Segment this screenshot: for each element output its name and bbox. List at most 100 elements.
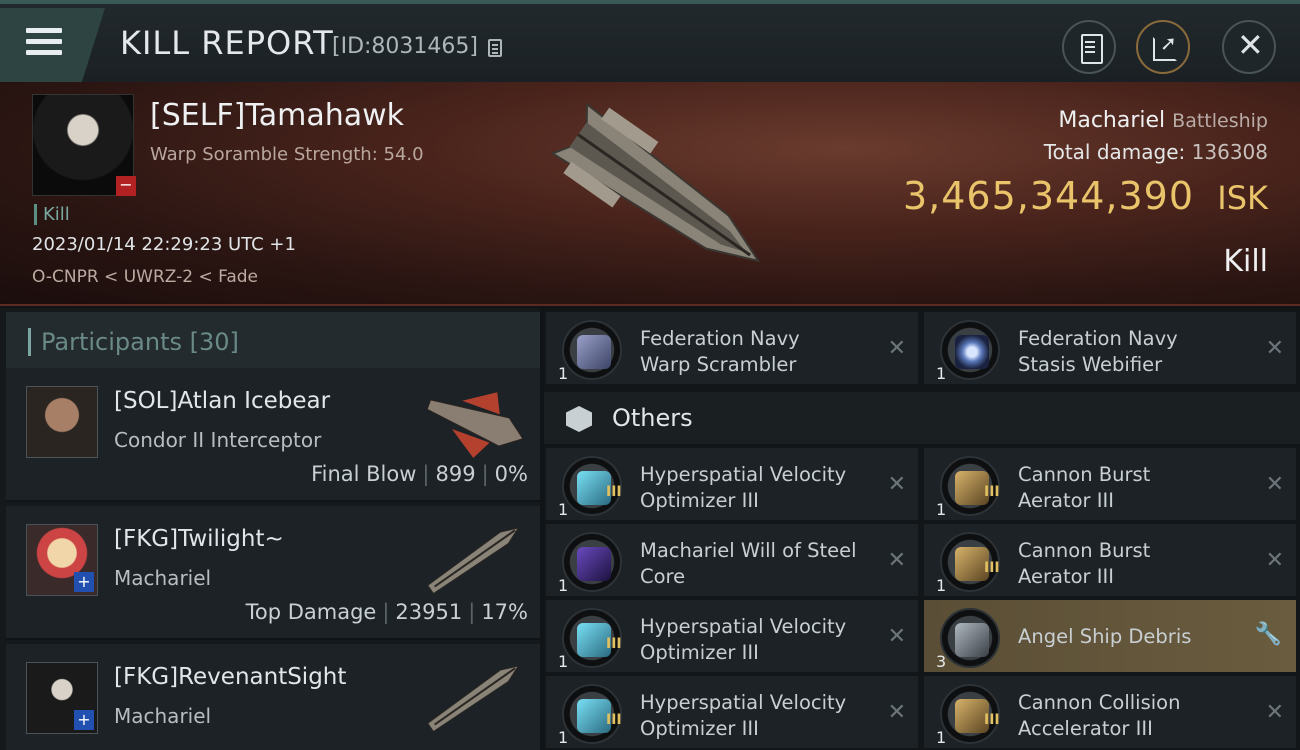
victim-ship-image bbox=[550, 102, 761, 263]
plus-badge-icon: + bbox=[74, 572, 94, 592]
close-icon: ✕ bbox=[1237, 26, 1264, 64]
isk-value: 3,465,344,390 bbox=[902, 174, 1194, 218]
tier-badge: III bbox=[606, 636, 622, 652]
victim-name[interactable]: [SELF]Tamahawk bbox=[150, 98, 404, 133]
wrench-icon[interactable]: 🔧 bbox=[1255, 622, 1282, 647]
destroyed-icon: ✕ bbox=[1265, 700, 1284, 725]
victim-warp-scramble: Warp Soramble Strength: 54.0 bbox=[150, 144, 424, 165]
module-item-dropped[interactable]: 3 Angel Ship Debris 🔧 bbox=[924, 600, 1296, 672]
kill-location: O-CNPR < UWRZ-2 < Fade bbox=[32, 267, 258, 287]
module-qty: 1 bbox=[558, 364, 569, 383]
participants-header: Participants [30] bbox=[6, 312, 540, 370]
isk-unit: ISK bbox=[1217, 179, 1268, 217]
plus-badge-icon: + bbox=[74, 710, 94, 730]
participant-avatar[interactable] bbox=[26, 386, 98, 458]
module-name: Angel Ship Debris bbox=[1018, 625, 1192, 648]
participant-row[interactable]: + [FKG]RevenantSight Machariel bbox=[6, 644, 540, 750]
tier-badge: III bbox=[606, 484, 622, 500]
participant-name: [FKG]RevenantSight bbox=[114, 664, 347, 690]
module-item[interactable]: 1 Federation Navy Stasis Webifier ✕ bbox=[924, 312, 1296, 384]
participant-ship-image bbox=[426, 392, 524, 458]
module-item[interactable]: III 1 Hyperspatial Velocity Optimizer III… bbox=[546, 676, 918, 748]
tier-badge: III bbox=[984, 560, 1000, 576]
participants-panel: Participants [30] [SOL]Atlan Icebear Con… bbox=[0, 308, 540, 750]
share-button[interactable] bbox=[1136, 20, 1190, 74]
participant-stats: Top Damage | 23951 | 17% bbox=[245, 600, 528, 624]
module-qty: 1 bbox=[558, 576, 569, 595]
ship-core-icon bbox=[562, 532, 622, 592]
destroyed-icon: ✕ bbox=[887, 624, 906, 649]
kill-tag: Kill bbox=[34, 204, 70, 225]
module-qty: 1 bbox=[936, 500, 947, 519]
destroyed-icon: ✕ bbox=[1265, 548, 1284, 573]
module-item[interactable]: III 1 Hyperspatial Velocity Optimizer III… bbox=[546, 600, 918, 672]
destroyed-icon: ✕ bbox=[887, 472, 906, 497]
total-damage-value: 136308 bbox=[1191, 140, 1268, 164]
module-qty: 3 bbox=[936, 652, 947, 671]
destroyed-icon: ✕ bbox=[1265, 472, 1284, 497]
module-qty: 1 bbox=[558, 500, 569, 519]
ship-debris-icon bbox=[940, 608, 1000, 668]
module-item[interactable]: III 1 Cannon Burst Aerator III ✕ bbox=[924, 524, 1296, 596]
module-name: Hyperspatial Velocity Optimizer III bbox=[640, 615, 847, 664]
module-name: Cannon Burst Aerator III bbox=[1018, 463, 1151, 512]
module-name: Hyperspatial Velocity Optimizer III bbox=[640, 691, 847, 740]
participant-row[interactable]: + [FKG]Twilight~ Machariel Top Damage | 23… bbox=[6, 506, 540, 640]
module-qty: 1 bbox=[936, 364, 947, 383]
copy-icon[interactable] bbox=[488, 39, 502, 57]
participant-name: [SOL]Atlan Icebear bbox=[114, 388, 331, 414]
participant-stats: Final Blow | 899 | 0% bbox=[311, 462, 528, 486]
minus-badge-icon: − bbox=[116, 176, 136, 196]
total-damage: Total damage: 136308 bbox=[1044, 140, 1268, 164]
modules-panel: 1 Federation Navy Warp Scrambler ✕ 1 Fede… bbox=[544, 308, 1300, 750]
destroyed-icon: ✕ bbox=[887, 548, 906, 573]
ship-name-text: Machariel bbox=[1058, 108, 1166, 133]
module-name: Cannon Collision Accelerator III bbox=[1018, 691, 1181, 740]
participant-row[interactable]: [SOL]Atlan Icebear Condor II Interceptor… bbox=[6, 368, 540, 502]
module-item[interactable]: 1 Machariel Will of Steel Core ✕ bbox=[546, 524, 918, 596]
participant-ship: Machariel bbox=[114, 704, 212, 728]
top-bar: KILL REPORT [ID:8031465] ✕ bbox=[0, 0, 1300, 82]
participants-label: Participants [30] bbox=[28, 328, 239, 356]
others-section-header: Others bbox=[544, 392, 1300, 444]
module-item[interactable]: III 1 Hyperspatial Velocity Optimizer III… bbox=[546, 448, 918, 520]
module-name: Cannon Burst Aerator III bbox=[1018, 539, 1151, 588]
module-name: Machariel Will of Steel Core bbox=[640, 539, 857, 588]
module-qty: 1 bbox=[558, 728, 569, 747]
participant-name: [FKG]Twilight~ bbox=[114, 526, 284, 552]
victim-ship-name: Machariel Battleship bbox=[1058, 108, 1268, 133]
kill-result: Kill bbox=[1223, 244, 1268, 279]
participant-ship-image bbox=[427, 527, 520, 595]
module-item[interactable]: III 1 Cannon Collision Accelerator III ✕ bbox=[924, 676, 1296, 748]
module-name: Federation Navy Warp Scrambler bbox=[640, 327, 800, 376]
module-item[interactable]: III 1 Cannon Burst Aerator III ✕ bbox=[924, 448, 1296, 520]
module-qty: 1 bbox=[558, 652, 569, 671]
stasis-webifier-icon bbox=[940, 320, 1000, 380]
module-name: Federation Navy Stasis Webifier bbox=[1018, 327, 1178, 376]
destroyed-icon: ✕ bbox=[887, 700, 906, 725]
menu-button[interactable] bbox=[0, 8, 105, 82]
module-item[interactable]: 1 Federation Navy Warp Scrambler ✕ bbox=[546, 312, 918, 384]
report-id: [ID:8031465] bbox=[332, 34, 478, 59]
participant-ship-image bbox=[427, 665, 520, 733]
page-title: KILL REPORT bbox=[120, 24, 334, 62]
others-label: Others bbox=[612, 404, 693, 432]
tier-badge: III bbox=[984, 712, 1000, 728]
destroyed-icon: ✕ bbox=[887, 336, 906, 361]
ship-class: Battleship bbox=[1172, 110, 1268, 132]
participant-ship: Machariel bbox=[114, 566, 212, 590]
menu-icon bbox=[26, 28, 62, 61]
clipboard-button[interactable] bbox=[1062, 20, 1116, 74]
module-qty: 1 bbox=[936, 728, 947, 747]
module-qty: 1 bbox=[936, 576, 947, 595]
victim-summary: − [SELF]Tamahawk Warp Soramble Strength:… bbox=[0, 82, 1300, 306]
kill-datetime: 2023/01/14 22:29:23 UTC +1 bbox=[32, 234, 296, 255]
module-name: Hyperspatial Velocity Optimizer III bbox=[640, 463, 847, 512]
participant-ship: Condor II Interceptor bbox=[114, 428, 322, 452]
total-damage-label: Total damage: bbox=[1043, 140, 1186, 164]
tier-badge: III bbox=[984, 484, 1000, 500]
cube-icon bbox=[566, 406, 592, 432]
destroyed-icon: ✕ bbox=[1265, 336, 1284, 361]
close-button[interactable]: ✕ bbox=[1222, 20, 1276, 74]
tier-badge: III bbox=[606, 712, 622, 728]
